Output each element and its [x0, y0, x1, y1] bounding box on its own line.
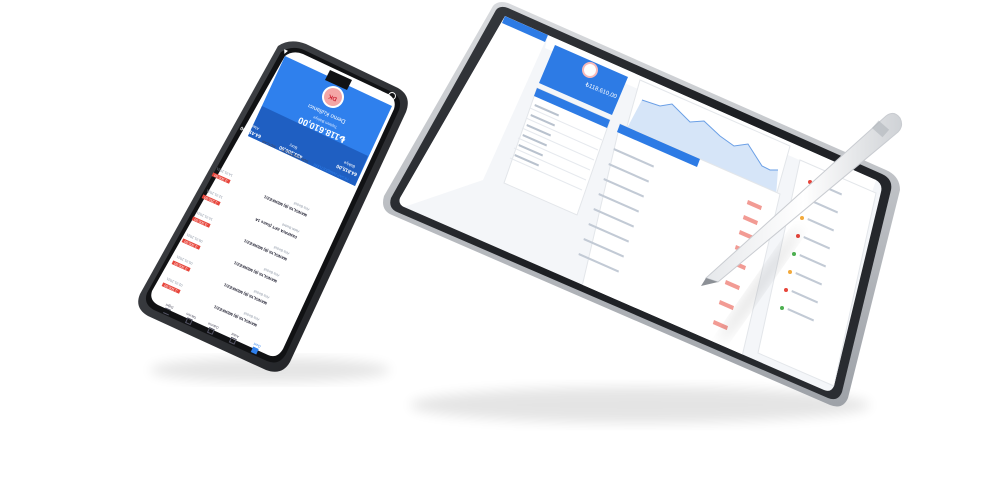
scene: ₺118.610,00 DK Demo Kullanıcı Toplam Bak…	[0, 0, 1000, 492]
phone-screen	[151, 52, 395, 357]
